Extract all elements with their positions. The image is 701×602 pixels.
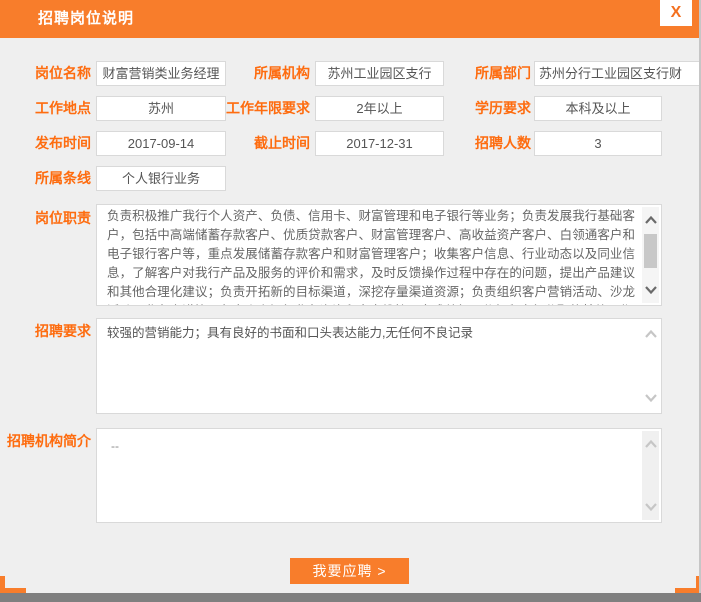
org-intro-label: 招聘机构简介 (0, 431, 91, 451)
headcount-input[interactable]: 3 (534, 131, 662, 156)
bottom-bar (0, 593, 701, 602)
field-row-3: 发布时间 2017-09-14 截止时间 2017-12-31 招聘人数 3 (0, 131, 701, 156)
experience-label: 工作年限要求 (160, 96, 310, 121)
org-intro-text: -- (111, 437, 635, 522)
position-name-label: 岗位名称 (0, 61, 91, 86)
requirements-scrollbar[interactable] (642, 321, 659, 411)
education-label: 学历要求 (380, 96, 531, 121)
education-input[interactable]: 本科及以上 (534, 96, 662, 121)
department-input[interactable]: 苏州分行工业园区支行财 (534, 61, 701, 86)
dialog-title: 招聘岗位说明 (38, 0, 134, 38)
close-icon: X (671, 4, 682, 21)
responsibilities-scrollbar[interactable] (642, 207, 659, 303)
scroll-up-icon[interactable] (642, 213, 659, 227)
field-row-4: 所属条线 个人银行业务 (0, 166, 701, 191)
dialog-header: 招聘岗位说明 X (0, 0, 701, 38)
responsibilities-textarea[interactable]: 负责积极推广我行个人资产、负债、信用卡、财富管理和电子银行等业务；负责发展我行基… (96, 204, 662, 306)
headcount-label: 招聘人数 (380, 131, 531, 156)
publish-date-label: 发布时间 (0, 131, 91, 156)
requirements-text: 较强的营销能力；具有良好的书面和口头表达能力,无任何不良记录 (107, 324, 635, 413)
deadline-label: 截止时间 (160, 131, 310, 156)
location-label: 工作地点 (0, 96, 91, 121)
org-intro-textarea[interactable]: -- (96, 428, 662, 523)
requirements-textarea[interactable]: 较强的营销能力；具有良好的书面和口头表达能力,无任何不良记录 (96, 318, 662, 414)
responsibilities-label: 岗位职责 (0, 208, 91, 228)
department-label: 所属部门 (380, 61, 531, 86)
field-row-1: 岗位名称 财富营销类业务经理 所属机构 苏州工业园区支行 所属部门 苏州分行工业… (0, 61, 701, 86)
job-detail-dialog: 招聘岗位说明 X 岗位名称 财富营销类业务经理 所属机构 苏州工业园区支行 所属… (0, 0, 701, 602)
scroll-down-icon[interactable] (642, 391, 659, 405)
scroll-up-icon[interactable] (642, 437, 659, 451)
organization-label: 所属机构 (160, 61, 310, 86)
business-line-input[interactable]: 个人银行业务 (96, 166, 226, 191)
business-line-label: 所属条线 (0, 166, 91, 191)
scroll-up-icon[interactable] (642, 327, 659, 341)
field-row-2: 工作地点 苏州 工作年限要求 2年以上 学历要求 本科及以上 (0, 96, 701, 121)
apply-button[interactable]: 我要应聘 > (290, 558, 409, 584)
scroll-down-icon[interactable] (642, 283, 659, 297)
org-intro-scrollbar[interactable] (642, 431, 659, 520)
responsibilities-text: 负责积极推广我行个人资产、负债、信用卡、财富管理和电子银行等业务；负责发展我行基… (107, 207, 635, 305)
scroll-down-icon[interactable] (642, 500, 659, 514)
close-button[interactable]: X (660, 0, 692, 26)
scrollbar-thumb[interactable] (644, 234, 657, 268)
requirements-label: 招聘要求 (0, 321, 91, 341)
